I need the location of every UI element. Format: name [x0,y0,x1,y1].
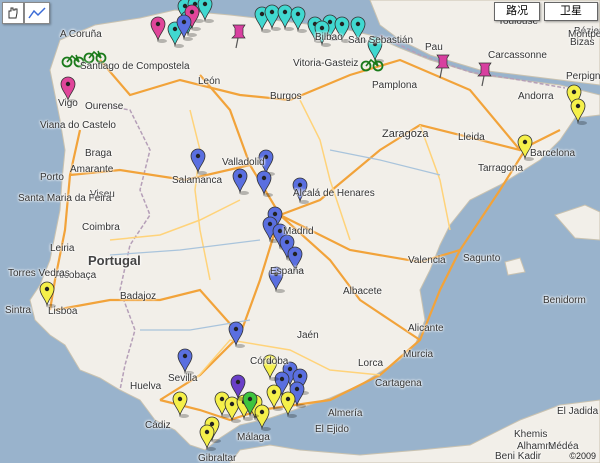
city-label: Santiago de Compostela [80,61,190,72]
city-label: Lisboa [48,306,78,317]
city-label: Almería [328,408,363,419]
traffic-button[interactable]: 路况 [494,2,540,21]
pan-tool-button[interactable] [2,2,24,24]
city-label: Barcelona [530,148,576,159]
city-label: Salamanca [172,175,223,186]
city-label: Alicante [408,323,444,334]
city-label: Lorca [358,358,384,369]
city-label: Sagunto [463,253,501,264]
city-label: Málaga [237,432,270,443]
city-label: Bizas [570,37,595,48]
city-label: España [270,266,304,277]
city-label: Alcalá de Henares [293,188,375,199]
city-label: Braga [85,148,112,159]
city-label: Sevilla [168,373,198,384]
city-label: Badajoz [120,291,157,302]
city-label: Pau [425,42,443,53]
pan-tool-icon [8,7,18,19]
city-label: Madrid [283,226,314,237]
city-label: San Sebastián [348,35,414,46]
city-label: Khemis [514,429,548,440]
city-label: Albacete [343,286,382,297]
city-label: Lleida [458,132,485,143]
city-label: Córdoba [250,356,289,367]
city-label: Beni Kadir [495,451,542,462]
city-label: Jaén [297,330,319,341]
city-label: Burgos [270,91,302,102]
city-label: Leiria [50,243,75,254]
city-label: Perpignan [566,71,600,82]
city-label: Gibraltar [198,453,237,464]
city-label: Pamplona [372,80,418,91]
city-label: Murcia [403,349,434,360]
city-label: A Coruña [60,29,102,40]
city-label: Coimbra [82,222,120,233]
copyright-text: ©2009 [569,451,596,461]
city-label: Viana do Castelo [40,120,116,131]
city-label: Valencia [408,255,446,266]
city-label: Carcassonne [488,50,547,61]
city-label: Sintra [5,305,32,316]
city-label: Amarante [70,164,114,175]
satellite-button[interactable]: 卫星 [544,2,598,21]
city-label: Huelva [130,381,162,392]
city-label: Vitoria-Gasteiz [293,58,359,69]
city-label: Andorra [518,91,554,102]
city-label: León [198,76,221,87]
city-label: Ourense [85,101,124,112]
city-label: Tarragona [478,163,524,174]
city-label: El Jadida [557,406,599,417]
city-label: Benidorm [543,295,586,306]
city-label: El Ejido [315,424,349,435]
city-label: Cádiz [145,420,171,431]
city-label: Zaragoza [382,128,429,140]
line-tool-icon [28,7,46,19]
city-label: Bilbao [315,32,343,43]
line-tool-button[interactable] [24,2,50,24]
city-label: Porto [40,172,64,183]
city-label: Vigo [58,98,78,109]
city-label: Valladolid [222,157,265,168]
city-label: Santa Maria da Feira [18,193,112,204]
city-label: Portugal [88,253,141,268]
city-label: Torres Vedras [8,268,70,279]
city-label: Cartagena [375,378,422,389]
